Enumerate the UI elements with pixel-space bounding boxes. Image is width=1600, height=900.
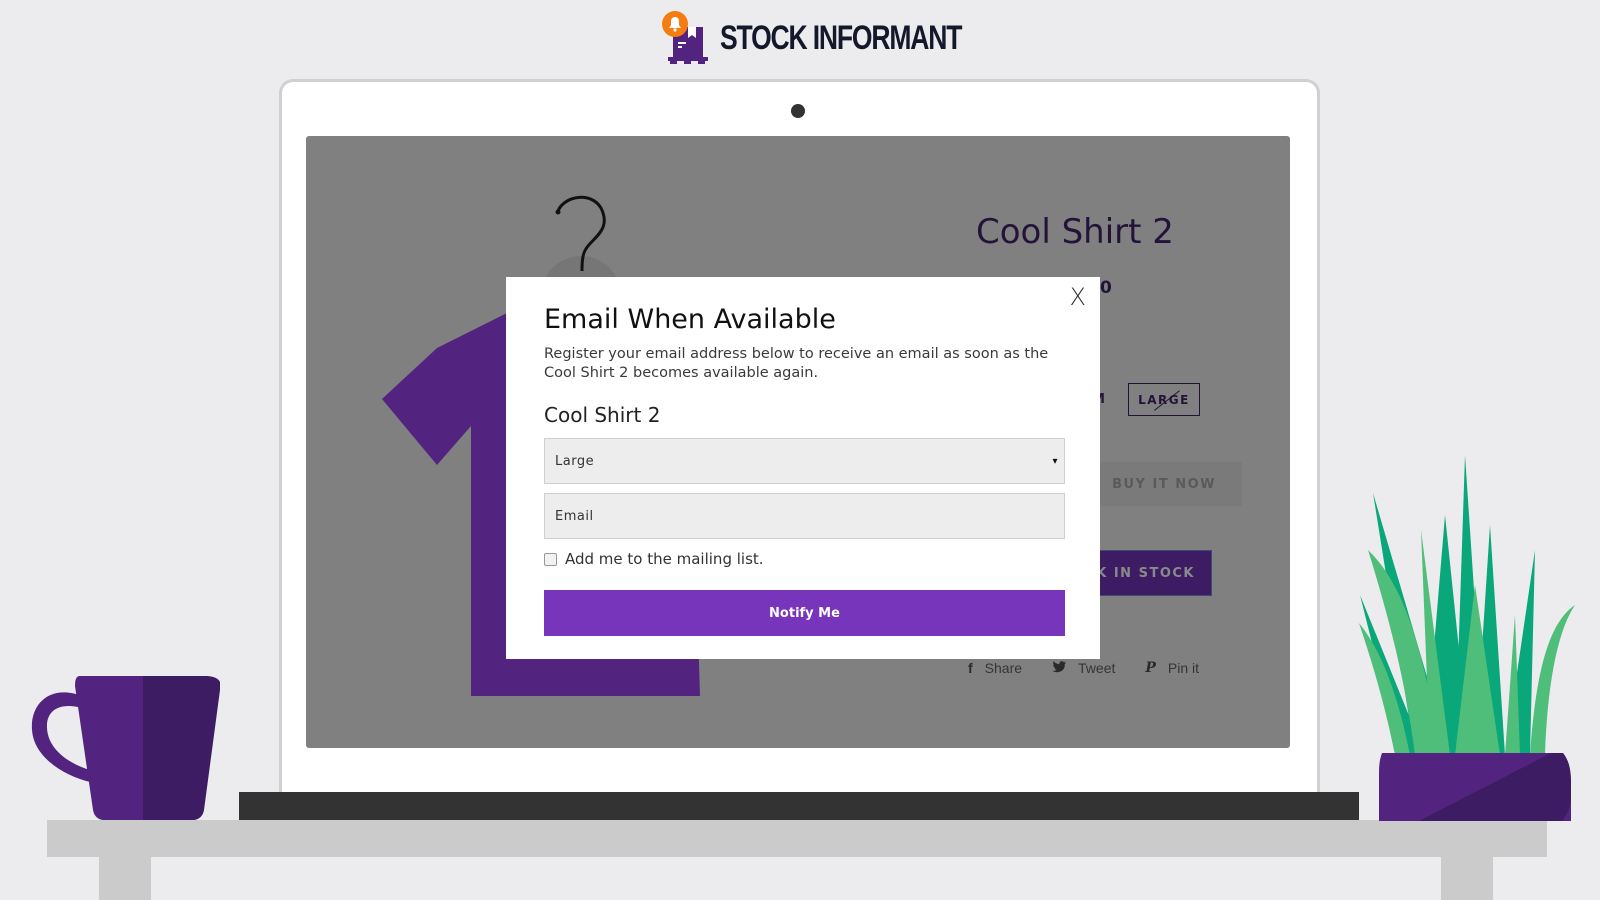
brand-name: STOCK INFORMANT — [720, 18, 962, 57]
mailing-list-checkbox[interactable] — [544, 552, 557, 566]
desk-leg-right — [1441, 857, 1493, 900]
share-facebook-link[interactable]: f Share — [968, 660, 1022, 676]
mailing-list-label[interactable]: Add me to the mailing list. — [565, 550, 764, 568]
share-label: Pin it — [1167, 660, 1200, 676]
email-field[interactable]: Email — [544, 493, 1065, 539]
chevron-down-icon: ▾ — [1052, 455, 1058, 467]
modal-description: Register your email address below to rec… — [544, 346, 1049, 381]
desk-top — [47, 820, 1547, 857]
notify-me-button[interactable]: Notify Me — [544, 590, 1065, 636]
buy-it-now-button[interactable]: BUY IT NOW — [1086, 462, 1242, 506]
variant-select-value: Large — [555, 453, 595, 469]
modal-product-name: Cool Shirt 2 — [544, 403, 661, 427]
size-option-large[interactable]: LARGE — [1128, 383, 1200, 416]
share-label: Share — [984, 660, 1023, 676]
desk-leg-left — [99, 857, 151, 900]
close-button[interactable]: X — [1070, 283, 1086, 311]
laptop-base — [239, 792, 1359, 820]
modal-title: Email When Available — [544, 304, 836, 335]
product-title: Cool Shirt 2 — [976, 212, 1174, 252]
facebook-icon: f — [968, 660, 973, 676]
share-label: Tweet — [1078, 660, 1116, 676]
email-when-available-modal: X Email When Available Register your ema… — [506, 277, 1100, 659]
brand-logo: STOCK INFORMANT — [660, 10, 1029, 66]
share-twitter-link[interactable]: Tweet — [1052, 660, 1115, 676]
size-large-label: LARGE — [1138, 392, 1190, 407]
pinterest-icon: P — [1145, 660, 1156, 676]
mug-illustration — [31, 676, 220, 820]
variant-select[interactable]: Large ▾ — [544, 438, 1065, 484]
product-price: 0 — [1100, 278, 1112, 298]
plant-illustration — [1359, 455, 1575, 821]
share-pinterest-link[interactable]: P Pin it — [1145, 660, 1199, 676]
twitter-icon — [1052, 660, 1067, 676]
mailing-list-option: Add me to the mailing list. — [544, 550, 764, 568]
logo-icon — [660, 10, 720, 66]
laptop-camera — [791, 104, 805, 118]
social-share-row: f Share Tweet P Pin it — [968, 660, 1199, 676]
email-placeholder: Email — [555, 508, 594, 524]
